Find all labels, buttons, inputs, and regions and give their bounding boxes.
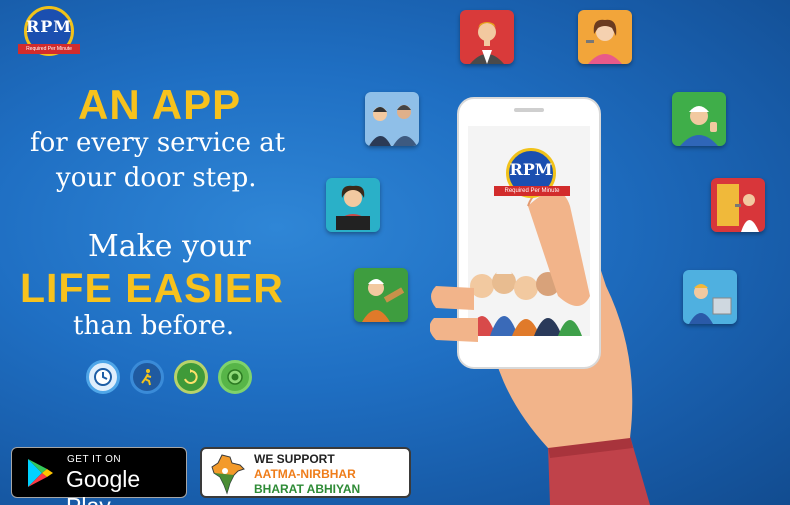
tagline-line-2: your door step.	[56, 163, 257, 193]
make-your-text: Make your	[88, 229, 251, 264]
medal-icon	[218, 360, 252, 394]
carpenter-icon	[354, 268, 408, 322]
screen-rpm-logo: RPM Required Per Minute	[494, 148, 570, 206]
get-it-on-text: GET IT ON	[67, 454, 122, 465]
aatma-nirbhar-text: AATMA-NIRBHAR	[254, 467, 356, 481]
rpm-logo: RPM Required Per Minute	[18, 6, 80, 62]
bharat-abhiyan-text: BHARAT ABHIYAN	[254, 482, 361, 496]
mechanic-icon	[683, 270, 737, 324]
aatma-nirbhar-badge: WE SUPPORT AATMA-NIRBHAR BHARAT ABHIYAN	[200, 447, 411, 498]
clock-icon	[86, 360, 120, 394]
promo-banner: RPM Required Per Minute AN APP for every…	[0, 0, 790, 505]
logo-monogram: RPM	[25, 17, 73, 36]
couple-workers-icon	[365, 92, 419, 146]
businessman-icon	[460, 10, 514, 64]
feature-badges	[86, 360, 252, 394]
google-play-button[interactable]: GET IT ON Google Play	[11, 447, 187, 505]
google-play-icon	[28, 459, 53, 487]
screen-logo-monogram: RPM	[509, 160, 553, 179]
tagline-line-1: for every service at	[30, 128, 286, 158]
life-easier-text: LIFE EASIER	[20, 265, 284, 311]
india-map-icon	[211, 454, 245, 495]
receptionist-icon	[326, 178, 380, 232]
logo-ribbon: Required Per Minute	[18, 44, 80, 54]
google-play-text: Google Play	[66, 466, 141, 505]
we-support-text: WE SUPPORT	[254, 452, 335, 466]
screen-logo-ribbon: Required Per Minute	[494, 186, 570, 196]
plumber-thumbsup-icon	[672, 92, 726, 146]
person-running-icon	[130, 360, 164, 394]
painter-icon	[711, 178, 765, 232]
woman-chef-icon	[578, 10, 632, 64]
than-before-text: than before.	[73, 311, 235, 341]
headline: AN APP	[78, 81, 242, 128]
leaf-refresh-icon	[174, 360, 208, 394]
